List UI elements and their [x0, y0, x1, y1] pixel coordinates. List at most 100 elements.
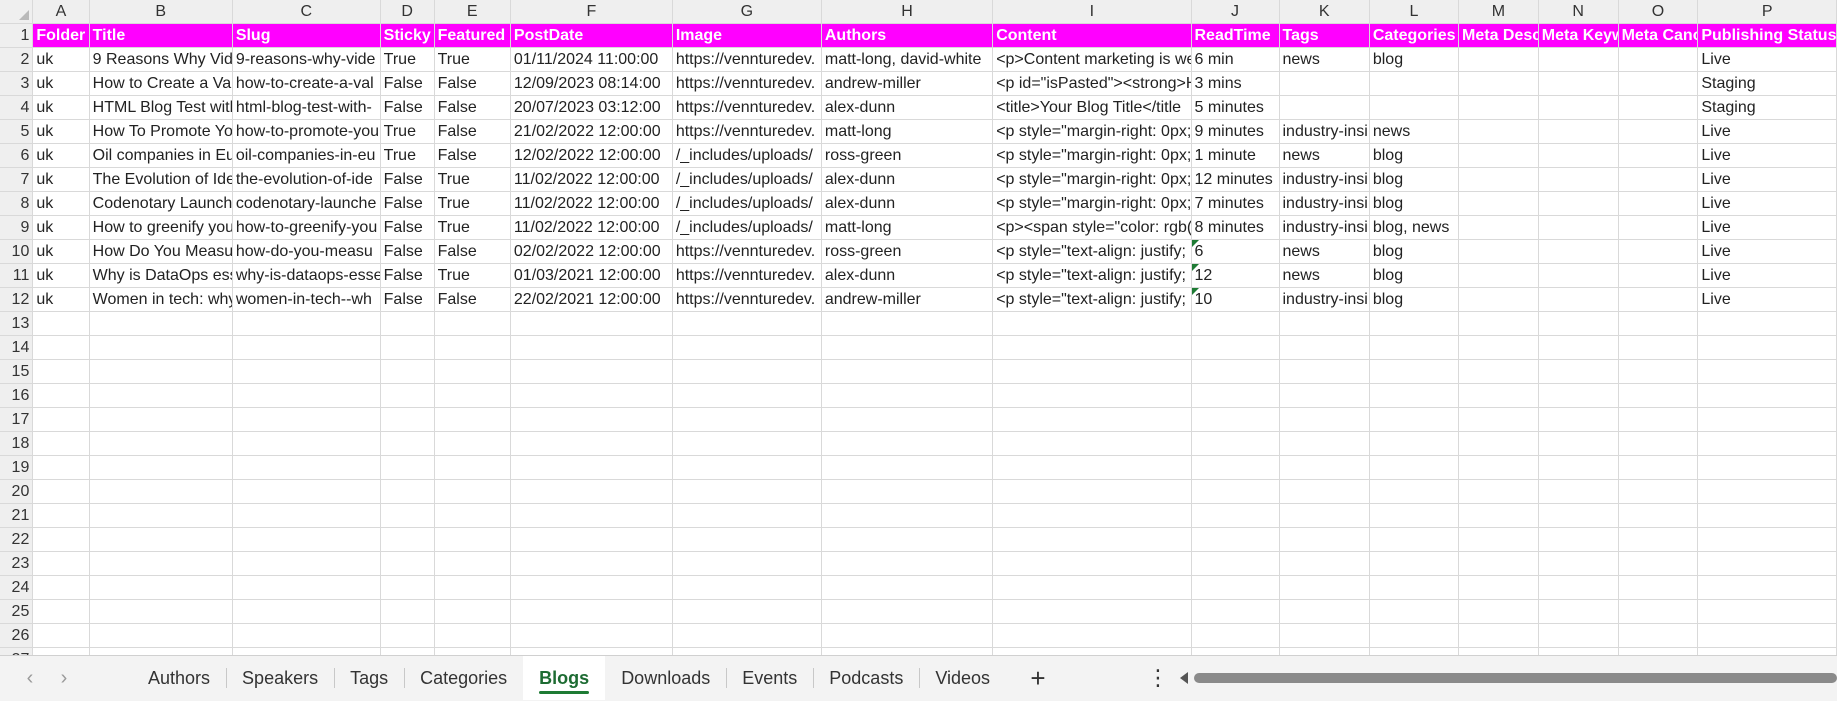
empty-cell[interactable] — [380, 431, 435, 456]
cell[interactable]: True — [434, 167, 511, 192]
cell[interactable]: 10 — [1191, 287, 1280, 312]
empty-cell[interactable] — [510, 503, 673, 528]
row-header[interactable]: 17 — [0, 407, 34, 432]
empty-cell[interactable] — [89, 383, 233, 408]
cell[interactable] — [1618, 95, 1699, 120]
empty-cell[interactable] — [821, 647, 994, 655]
cell[interactable] — [1618, 215, 1699, 240]
empty-cell[interactable] — [672, 647, 822, 655]
cell[interactable]: industry-insi — [1279, 119, 1370, 144]
cell[interactable] — [1538, 95, 1619, 120]
cell[interactable]: 01/03/2021 12:00:00 — [510, 263, 673, 288]
cell[interactable]: /_includes/uploads/ — [672, 215, 822, 240]
cell[interactable]: False — [380, 191, 435, 216]
cell[interactable]: How to Create a Val — [89, 71, 233, 96]
empty-cell[interactable] — [1369, 311, 1460, 336]
empty-cell[interactable] — [1458, 503, 1539, 528]
empty-cell[interactable] — [89, 575, 233, 600]
empty-cell[interactable] — [1458, 479, 1539, 504]
empty-cell[interactable] — [510, 575, 673, 600]
empty-cell[interactable] — [821, 383, 994, 408]
empty-cell[interactable] — [1458, 623, 1539, 648]
column-header-g[interactable]: G — [672, 0, 822, 24]
empty-cell[interactable] — [89, 647, 233, 655]
empty-cell[interactable] — [1538, 383, 1619, 408]
column-header-i[interactable]: I — [992, 0, 1192, 24]
empty-cell[interactable] — [89, 335, 233, 360]
empty-cell[interactable] — [1538, 647, 1619, 655]
empty-cell[interactable] — [1618, 479, 1699, 504]
empty-cell[interactable] — [672, 335, 822, 360]
cell[interactable]: industry-insi — [1279, 215, 1370, 240]
empty-cell[interactable] — [89, 551, 233, 576]
empty-cell[interactable] — [232, 383, 381, 408]
empty-cell[interactable] — [510, 311, 673, 336]
empty-cell[interactable] — [1369, 647, 1460, 655]
empty-cell[interactable] — [1618, 359, 1699, 384]
cell[interactable]: Live — [1697, 215, 1837, 240]
cell[interactable]: True — [380, 143, 435, 168]
empty-cell[interactable] — [232, 647, 381, 655]
empty-cell[interactable] — [380, 551, 435, 576]
empty-cell[interactable] — [672, 527, 822, 552]
empty-cell[interactable] — [510, 623, 673, 648]
sheet-tab-authors[interactable]: Authors — [132, 656, 226, 700]
empty-cell[interactable] — [992, 503, 1192, 528]
empty-cell[interactable] — [434, 455, 511, 480]
cell[interactable]: alex-dunn — [821, 263, 994, 288]
empty-cell[interactable] — [1697, 383, 1837, 408]
empty-cell[interactable] — [1538, 335, 1619, 360]
cell[interactable]: Live — [1697, 167, 1837, 192]
cell[interactable]: 12 — [1191, 263, 1280, 288]
cell[interactable]: False — [434, 95, 511, 120]
empty-cell[interactable] — [510, 407, 673, 432]
empty-cell[interactable] — [1458, 599, 1539, 624]
empty-cell[interactable] — [510, 479, 673, 504]
cell[interactable] — [1369, 71, 1460, 96]
empty-cell[interactable] — [1697, 623, 1837, 648]
empty-cell[interactable] — [1458, 455, 1539, 480]
empty-cell[interactable] — [992, 551, 1192, 576]
empty-cell[interactable] — [434, 479, 511, 504]
empty-cell[interactable] — [992, 335, 1192, 360]
empty-cell[interactable] — [992, 599, 1192, 624]
empty-cell[interactable] — [1458, 527, 1539, 552]
empty-cell[interactable] — [1538, 551, 1619, 576]
cell[interactable] — [1538, 239, 1619, 264]
cell[interactable]: The Evolution of Ide — [89, 167, 233, 192]
scroll-left-arrow-icon[interactable] — [1180, 672, 1188, 684]
cell[interactable]: /_includes/uploads/ — [672, 143, 822, 168]
empty-cell[interactable] — [32, 551, 90, 576]
cell[interactable]: Live — [1697, 239, 1837, 264]
empty-cell[interactable] — [1279, 479, 1370, 504]
cell[interactable]: 9 Reasons Why Vide — [89, 47, 233, 72]
cell[interactable]: Live — [1697, 143, 1837, 168]
cell[interactable] — [1618, 263, 1699, 288]
empty-cell[interactable] — [380, 647, 435, 655]
empty-cell[interactable] — [672, 551, 822, 576]
empty-cell[interactable] — [510, 599, 673, 624]
empty-cell[interactable] — [1618, 383, 1699, 408]
column-header-o[interactable]: O — [1618, 0, 1699, 24]
empty-cell[interactable] — [1458, 431, 1539, 456]
cell[interactable]: 01/11/2024 11:00:00 — [510, 47, 673, 72]
cell[interactable] — [1538, 167, 1619, 192]
empty-cell[interactable] — [434, 623, 511, 648]
empty-cell[interactable] — [510, 383, 673, 408]
column-header-c[interactable]: C — [232, 0, 381, 24]
empty-cell[interactable] — [1191, 335, 1280, 360]
cell[interactable]: women-in-tech--wh — [232, 287, 381, 312]
cell[interactable]: blog — [1369, 239, 1460, 264]
empty-cell[interactable] — [821, 407, 994, 432]
empty-cell[interactable] — [1697, 455, 1837, 480]
cell[interactable]: True — [380, 47, 435, 72]
cell[interactable]: how-to-create-a-val — [232, 71, 381, 96]
empty-cell[interactable] — [1538, 527, 1619, 552]
empty-cell[interactable] — [992, 455, 1192, 480]
cell[interactable]: Staging — [1697, 95, 1837, 120]
empty-cell[interactable] — [672, 383, 822, 408]
cell[interactable]: False — [380, 287, 435, 312]
row-header[interactable]: 16 — [0, 383, 34, 408]
row-header[interactable]: 26 — [0, 623, 34, 648]
empty-cell[interactable] — [992, 623, 1192, 648]
